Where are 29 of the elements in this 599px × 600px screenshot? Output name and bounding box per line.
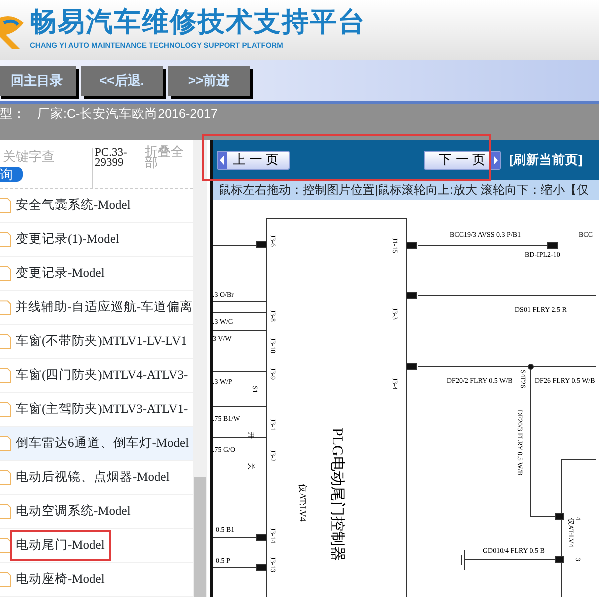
search-button[interactable]: 询 <box>0 167 23 182</box>
tree-item[interactable]: 车窗(不带防夹)MTLV1-LV-LV1 <box>0 325 193 359</box>
nav-button[interactable]: <<后退. <box>81 66 163 96</box>
tree-item[interactable]: 电动后视镜、点烟器-Model <box>0 461 193 495</box>
document-code: PC.33-29399 <box>92 148 145 188</box>
refresh-page-link[interactable]: [刷新当前页] <box>509 150 583 170</box>
tree-item[interactable]: 变更记录-Model <box>0 257 193 291</box>
tree-item[interactable]: 倒车雷达6通道、倒车灯-Model <box>0 427 193 461</box>
platform-title: 畅易汽车维修技术支持平台 <box>30 8 366 36</box>
previous-page-button[interactable]: 上 一 页 <box>217 150 290 170</box>
usage-hint: 鼠标左右拖动：控制图片位置|鼠标滚轮向上:放大 滚轮向下：缩小【仅 <box>213 180 599 200</box>
component-title: PLG电动尾门控制器 <box>329 428 345 562</box>
tree-item[interactable]: 车窗(四门防夹)MTLV4-ATLV3- <box>0 359 193 393</box>
scrollbar[interactable] <box>193 140 207 597</box>
tree-item[interactable]: 电动座椅-Model <box>0 563 193 597</box>
nav-button[interactable]: 回主目录 <box>0 66 76 96</box>
tree-item[interactable]: 电动尾门-Model <box>0 529 193 563</box>
wire-label: 仅AT:LV4 <box>298 484 308 522</box>
scrollbar-thumb[interactable] <box>194 477 206 597</box>
next-page-button[interactable]: 下 一 页 <box>424 150 502 170</box>
manufacturer-info: 厂家:C-长安汽车欧尚2016-2017 <box>37 107 218 121</box>
document-icon <box>0 436 12 452</box>
tree-item[interactable]: 并线辅助-自适应巡航-车道偏离 <box>0 291 193 325</box>
info-label: 型： <box>0 107 26 121</box>
tree-item[interactable]: 变更记录(1)-Model <box>0 223 193 257</box>
tree-item[interactable]: 安全气囊系统-Model <box>0 189 193 223</box>
tree-item[interactable]: 电动空调系统-Model <box>0 495 193 529</box>
nav-button[interactable]: >>前进 <box>168 66 250 96</box>
keyword-search-field[interactable]: 关键字查 <box>0 146 88 166</box>
